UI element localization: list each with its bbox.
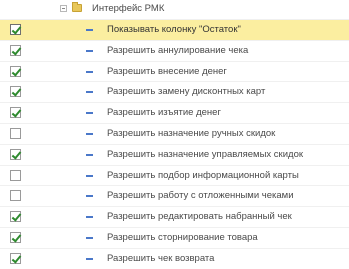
list-item[interactable]: Разрешить аннулирование чека <box>0 39 349 61</box>
checkbox-unchecked[interactable] <box>10 190 21 202</box>
item-marker-icon <box>86 91 93 94</box>
list-item[interactable]: Разрешить работу с отложенными чеками <box>0 185 349 206</box>
item-marker-icon <box>86 132 93 135</box>
item-marker-icon <box>86 257 93 260</box>
item-marker-icon <box>86 70 93 73</box>
item-marker-icon <box>86 29 93 31</box>
item-label: Разрешить подбор информационной карты <box>107 169 299 181</box>
item-marker-icon <box>86 195 93 198</box>
item-label: Разрешить внесение денег <box>107 65 227 77</box>
item-marker-icon <box>86 236 93 239</box>
checkbox-unchecked[interactable] <box>10 169 21 181</box>
permission-list: Показывать колонку "Остаток" Разрешить а… <box>0 19 349 269</box>
item-label: Разрешить замену дисконтных карт <box>107 86 266 98</box>
list-item[interactable]: Разрешить назначение ручных скидок <box>0 122 349 144</box>
checkbox-checked[interactable] <box>10 65 21 77</box>
checkbox-checked[interactable] <box>10 231 21 243</box>
group-label: Интерфейс РМК <box>92 3 165 14</box>
item-marker-icon <box>86 153 93 156</box>
list-item[interactable]: Разрешить изъятие денег <box>0 102 349 123</box>
checkbox-checked[interactable] <box>10 252 21 264</box>
checkbox-checked[interactable] <box>10 107 21 119</box>
checkbox-checked[interactable] <box>10 211 21 223</box>
item-label: Разрешить изъятие денег <box>107 107 221 119</box>
checkbox-checked[interactable] <box>10 44 21 56</box>
checkbox-checked[interactable] <box>10 24 21 35</box>
list-item[interactable]: Показывать колонку "Остаток" <box>0 19 349 40</box>
item-marker-icon <box>86 49 93 52</box>
item-marker-icon <box>86 216 93 219</box>
list-item[interactable]: Разрешить назначение управляемых скидок <box>0 143 349 165</box>
item-label: Разрешить сторнирование товара <box>107 231 258 243</box>
item-label: Разрешить назначение ручных скидок <box>107 127 276 139</box>
list-item[interactable]: Разрешить подбор информационной карты <box>0 164 349 186</box>
list-item[interactable]: Разрешить редактировать набранный чек <box>0 206 349 227</box>
group-row-interface-rmk[interactable]: Интерфейс РМК <box>0 0 349 19</box>
item-label: Показывать колонку "Остаток" <box>107 24 241 35</box>
list-item[interactable]: Разрешить замену дисконтных карт <box>0 81 349 102</box>
folder-icon <box>72 2 82 12</box>
item-label: Разрешить редактировать набранный чек <box>107 211 292 223</box>
item-label: Разрешить назначение управляемых скидок <box>107 148 304 160</box>
list-item[interactable]: Разрешить чек возврата <box>0 247 349 269</box>
checkbox-checked[interactable] <box>10 148 21 160</box>
checkbox-unchecked[interactable] <box>10 127 21 139</box>
item-label: Разрешить работу с отложенными чеками <box>107 190 294 202</box>
list-item[interactable]: Разрешить внесение денег <box>0 60 349 82</box>
list-item[interactable]: Разрешить сторнирование товара <box>0 226 349 248</box>
item-label: Разрешить чек возврата <box>107 252 215 264</box>
item-marker-icon <box>86 112 93 115</box>
checkbox-checked[interactable] <box>10 86 21 98</box>
item-marker-icon <box>86 174 93 177</box>
item-label: Разрешить аннулирование чека <box>107 44 249 56</box>
collapse-toggle-icon[interactable] <box>60 5 67 12</box>
